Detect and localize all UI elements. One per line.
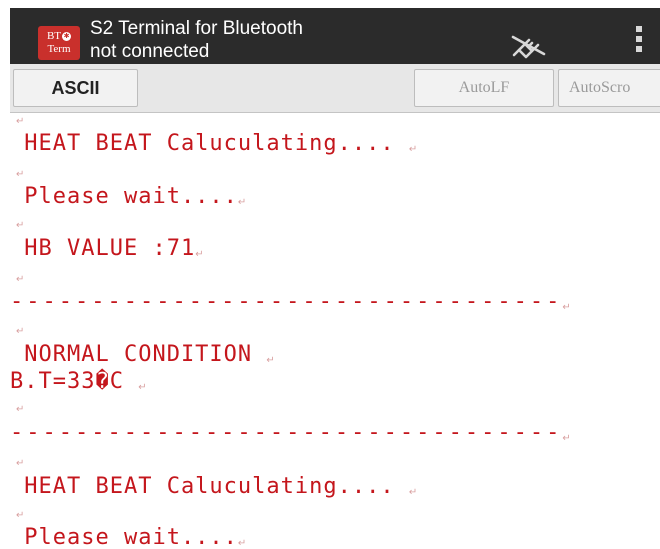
app-title: S2 Terminal for Bluetooth (90, 18, 303, 39)
ascii-button[interactable]: ASCII (13, 69, 138, 107)
autoscroll-button[interactable]: AutoScro (558, 69, 660, 107)
line-end-marker: ↵ (408, 144, 418, 155)
terminal-line-text: HEAT BEAT Caluculating.... (10, 131, 409, 156)
terminal-line: HEAT BEAT Caluculating.... ↵ (10, 474, 417, 506)
overflow-dot-icon (636, 26, 642, 32)
terminal-line-text: Please wait.... (10, 525, 238, 549)
line-end-marker: ↵ (16, 458, 25, 469)
line-end-marker: ↵ (16, 274, 25, 285)
app-window: BT ✱ Term S2 Terminal for Bluetooth not c… (10, 0, 660, 549)
plug-disconnected-icon[interactable] (508, 28, 548, 62)
separator-line: ----------------------------------↵ (10, 420, 571, 452)
line-end-marker: ↵ (16, 220, 25, 231)
line-end-marker: ↵ (16, 510, 25, 521)
line-end-marker: ↵ (195, 249, 204, 260)
bluetooth-icon: ✱ (62, 31, 72, 41)
terminal-line-text: HB VALUE :71 (10, 236, 196, 261)
app-icon-text-bt: BT (46, 30, 62, 42)
terminal-line: Please wait....↵ (10, 184, 246, 216)
line-end-marker: ↵ (562, 302, 571, 313)
line-end-marker: ↵ (562, 433, 571, 444)
separator-line: ----------------------------------↵ (10, 289, 571, 321)
overflow-dot-icon (636, 46, 642, 52)
overflow-menu-icon[interactable] (634, 26, 644, 60)
terminal-line: Please wait....↵ (10, 525, 246, 549)
terminal-line-text: ---------------------------------- (10, 420, 563, 445)
terminal-line: HEAT BEAT Caluculating.... ↵ (10, 131, 417, 163)
line-end-marker: ↵ (266, 355, 275, 366)
terminal-line-text: B.T=33�C (10, 369, 139, 394)
action-bar: BT ✱ Term S2 Terminal for Bluetooth not c… (10, 8, 660, 64)
line-end-marker: ↵ (237, 197, 247, 208)
button-bar: ASCII AutoLF AutoScro (10, 64, 660, 113)
line-end-marker: ↵ (16, 116, 25, 127)
line-end-marker: ↵ (237, 538, 247, 549)
terminal-output[interactable]: ↵ ↵ ↵ ↵ ↵ ↵ ↵ ↵ HEAT BEAT Caluculating..… (10, 113, 660, 549)
terminal-line-text: ---------------------------------- (10, 289, 563, 314)
terminal-line-text: Please wait.... (10, 184, 238, 209)
line-end-marker: ↵ (408, 487, 418, 498)
terminal-line-text: HEAT BEAT Caluculating.... (10, 474, 409, 499)
line-end-marker: ↵ (16, 404, 25, 415)
line-end-marker: ↵ (138, 382, 147, 393)
terminal-line: B.T=33�C ↵ (10, 369, 147, 401)
bluetooth-app-icon: BT ✱ Term (38, 26, 80, 60)
terminal-line: HB VALUE :71↵ (10, 236, 204, 268)
app-icon-text-term: Term (47, 43, 71, 55)
terminal-line-text: NORMAL CONDITION (10, 342, 267, 367)
overflow-dot-icon (636, 36, 642, 42)
autolf-button[interactable]: AutoLF (414, 69, 554, 107)
line-end-marker: ↵ (16, 169, 25, 180)
connection-status: not connected (90, 41, 210, 62)
line-end-marker: ↵ (16, 326, 25, 337)
